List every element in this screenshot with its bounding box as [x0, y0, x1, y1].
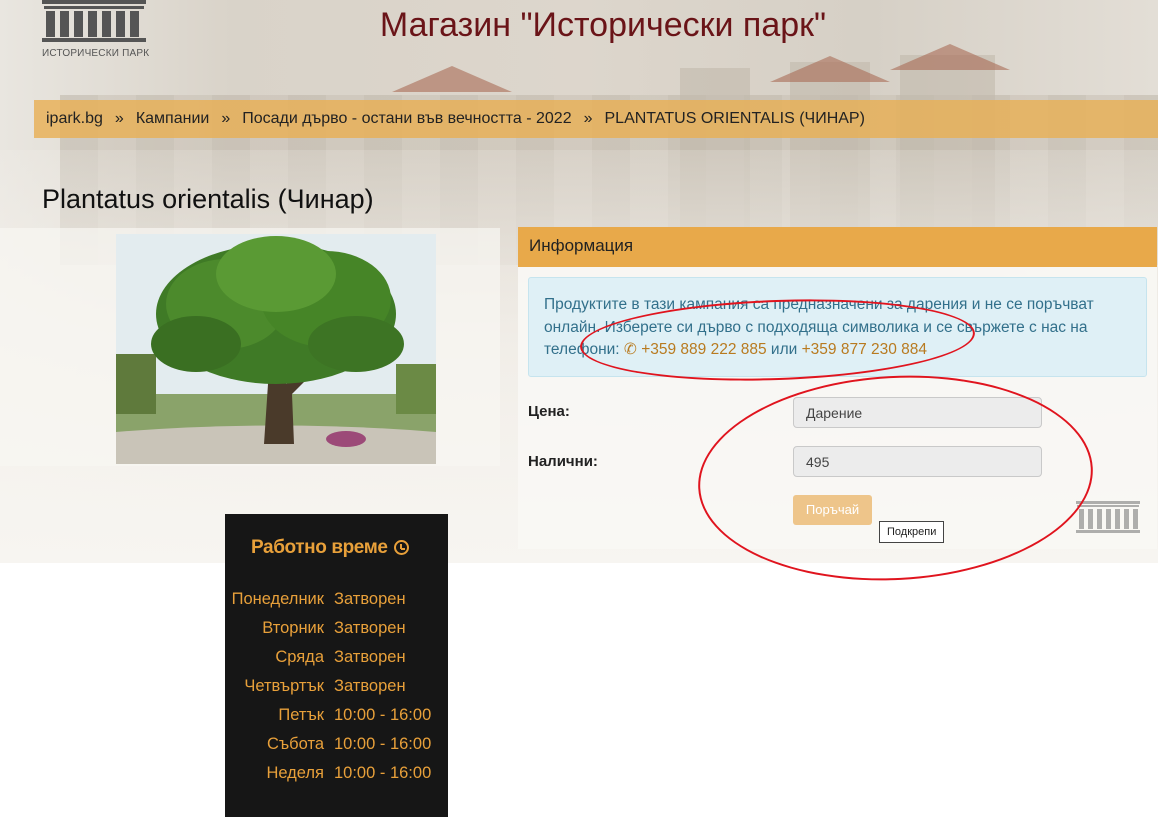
hours-row: Неделя 10:00 - 16:00 [225, 764, 448, 784]
hours-time: Затворен [334, 590, 406, 608]
hours-time: Затворен [334, 619, 406, 637]
breadcrumb-home[interactable]: ipark.bg [46, 110, 103, 128]
hours-day: Четвъртък [244, 677, 324, 695]
available-label: Налични: [528, 453, 598, 470]
tree-illustration [116, 234, 436, 464]
hours-time: Затворен [334, 648, 406, 666]
clock-icon [393, 540, 409, 555]
breadcrumb-separator: » [583, 110, 593, 127]
breadcrumb: ipark.bg » Кампании » Посади дърво - ост… [34, 100, 1158, 138]
logo-text: ИСТОРИЧЕСКИ ПАРК [42, 48, 150, 59]
hours-time: 10:00 - 16:00 [334, 735, 432, 753]
product-title: Plantatus orientalis (Чинар) [42, 184, 374, 214]
info-heading: Информация [518, 227, 1157, 267]
logo-watermark-icon [1076, 501, 1140, 533]
hours-day: Петък [278, 706, 324, 724]
breadcrumb-separator: » [221, 110, 231, 127]
hours-time: Затворен [334, 677, 406, 695]
hours-row: Петък 10:00 - 16:00 [225, 706, 448, 726]
roof-mid [770, 56, 890, 82]
hours-row: Сряда Затворен [225, 648, 448, 668]
price-label: Цена: [528, 403, 570, 420]
hours-row: Събота 10:00 - 16:00 [225, 735, 448, 755]
working-hours-title: Работно време [251, 537, 409, 559]
hours-day: Понеделник [231, 590, 324, 608]
hours-row: Понеделник Затворен [225, 590, 448, 610]
hours-row: Вторник Затворен [225, 619, 448, 639]
hours-time: 10:00 - 16:00 [334, 706, 432, 724]
hours-time: 10:00 - 16:00 [334, 764, 432, 782]
hours-day: Събота [266, 735, 324, 753]
breadcrumb-campaigns[interactable]: Кампании [136, 110, 210, 128]
roof-right [890, 44, 1010, 70]
breadcrumb-separator: » [114, 110, 124, 127]
product-image[interactable] [116, 234, 436, 464]
working-hours-title-text: Работно време [251, 537, 388, 558]
hours-row: Четвъртък Затворен [225, 677, 448, 697]
hours-day: Неделя [266, 764, 324, 782]
hours-day: Вторник [262, 619, 324, 637]
breadcrumb-campaign[interactable]: Посади дърво - остани във вечността - 20… [242, 110, 571, 128]
roof-left [392, 66, 512, 92]
site-title: Магазин "Исторически парк" [379, 6, 827, 44]
breadcrumb-current: PLANTATUS ORIENTALIS (ЧИНАР) [604, 110, 865, 127]
hours-day: Сряда [275, 648, 324, 666]
